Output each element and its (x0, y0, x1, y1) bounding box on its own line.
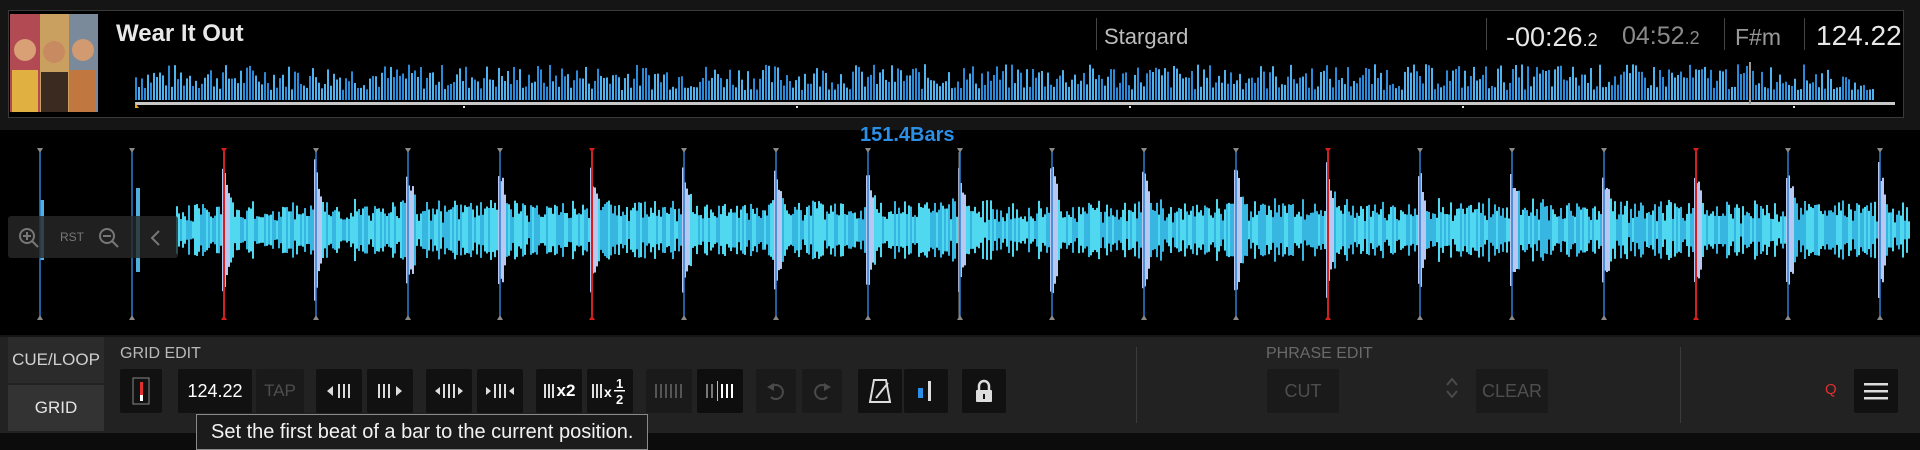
svg-text:2: 2 (616, 392, 623, 407)
grid-snap-button[interactable] (697, 369, 743, 413)
tap-button[interactable]: TAP (256, 369, 304, 413)
svg-text:x: x (604, 384, 612, 400)
track-artist: Stargard (1104, 24, 1189, 49)
double-bpm-button[interactable]: x2 (536, 369, 582, 413)
total-time-main: 04:52 (1622, 22, 1685, 50)
first-beat-icon (132, 377, 150, 405)
phrase-clear-button[interactable]: CLEAR (1476, 369, 1548, 413)
grid-edit-section-label: GRID EDIT (120, 345, 201, 362)
redo-button[interactable] (802, 369, 842, 413)
half-bpm-button[interactable]: x 1 2 (587, 369, 633, 413)
menu-button[interactable] (1854, 369, 1898, 413)
total-time: 04:52.2 (1622, 22, 1700, 51)
header-divider (1096, 18, 1097, 50)
shift-right-icon (378, 384, 402, 398)
zoom-in-icon[interactable] (18, 227, 40, 249)
shrink-icon (486, 384, 514, 398)
grid-adjust-icon (655, 384, 682, 398)
grid-snap-icon (706, 381, 733, 401)
set-first-beat-button[interactable] (120, 369, 162, 413)
header-divider (1724, 18, 1725, 50)
double-bpm-label: x2 (556, 381, 576, 400)
phrase-edit-section-label: PHRASE EDIT (1266, 345, 1373, 362)
section-divider (1136, 347, 1137, 423)
quantize-indicator[interactable]: Q (1825, 381, 1837, 398)
tooltip: Set the first beat of a bar to the curre… (196, 414, 649, 450)
tab-cue-loop[interactable]: CUE/LOOP (8, 337, 104, 383)
expand-icon (435, 384, 463, 398)
undo-button[interactable] (756, 369, 796, 413)
header-divider (1486, 18, 1487, 50)
track-bpm: 124.22 (1816, 20, 1902, 51)
remaining-time-fraction: .2 (1582, 30, 1598, 50)
bars-count-label: 151.4Bars (860, 124, 955, 146)
main-waveform[interactable] (0, 130, 1920, 335)
lock-icon (976, 379, 992, 402)
svg-text:1: 1 (616, 376, 623, 391)
metronome-button[interactable] (858, 369, 902, 413)
beat-align-icon (918, 381, 931, 401)
overview-bar-ticks (463, 106, 1795, 108)
track-title: Wear It Out (116, 20, 244, 47)
beat-align-button[interactable] (904, 369, 948, 413)
tab-grid[interactable]: GRID (8, 385, 104, 431)
phrase-cut-button[interactable]: CUT (1267, 369, 1339, 413)
phrase-updown-icon[interactable] (1445, 375, 1459, 402)
redo-icon (814, 383, 831, 400)
zoom-reset-button[interactable]: RST (60, 230, 84, 244)
grid-lock-button[interactable] (962, 369, 1006, 413)
total-time-fraction: .2 (1684, 28, 1700, 48)
track-key: F#m (1735, 24, 1781, 50)
grid-lines-icon (543, 384, 554, 398)
metronome-icon (868, 379, 892, 403)
bpm-input[interactable]: 124.22 (178, 369, 252, 413)
waveform-body (40, 159, 1910, 301)
shift-left-icon (327, 384, 350, 398)
zoom-controls: RST (8, 216, 178, 258)
header-divider (1804, 18, 1805, 50)
overview-progress-track (135, 102, 1895, 105)
section-divider (1680, 347, 1681, 423)
shrink-grid-button[interactable] (477, 369, 523, 413)
hamburger-menu-icon (1864, 383, 1888, 400)
remaining-time-main: -00:26 (1506, 22, 1583, 52)
remaining-time: -00:26.2 (1506, 22, 1598, 53)
shift-grid-left-button[interactable] (316, 369, 362, 413)
overview-playhead (1749, 62, 1751, 104)
overview-waveform-bars (135, 64, 1874, 100)
undo-icon (767, 383, 784, 400)
overview-waveform[interactable] (135, 58, 1895, 108)
expand-grid-button[interactable] (426, 369, 472, 413)
shift-grid-right-button[interactable] (367, 369, 413, 413)
grid-adjust-button[interactable] (646, 369, 692, 413)
chevron-left-icon[interactable] (148, 228, 164, 248)
zoom-out-icon[interactable] (98, 227, 120, 249)
half-bpm-icon: x 1 2 (592, 376, 625, 407)
album-artwork (10, 14, 98, 112)
